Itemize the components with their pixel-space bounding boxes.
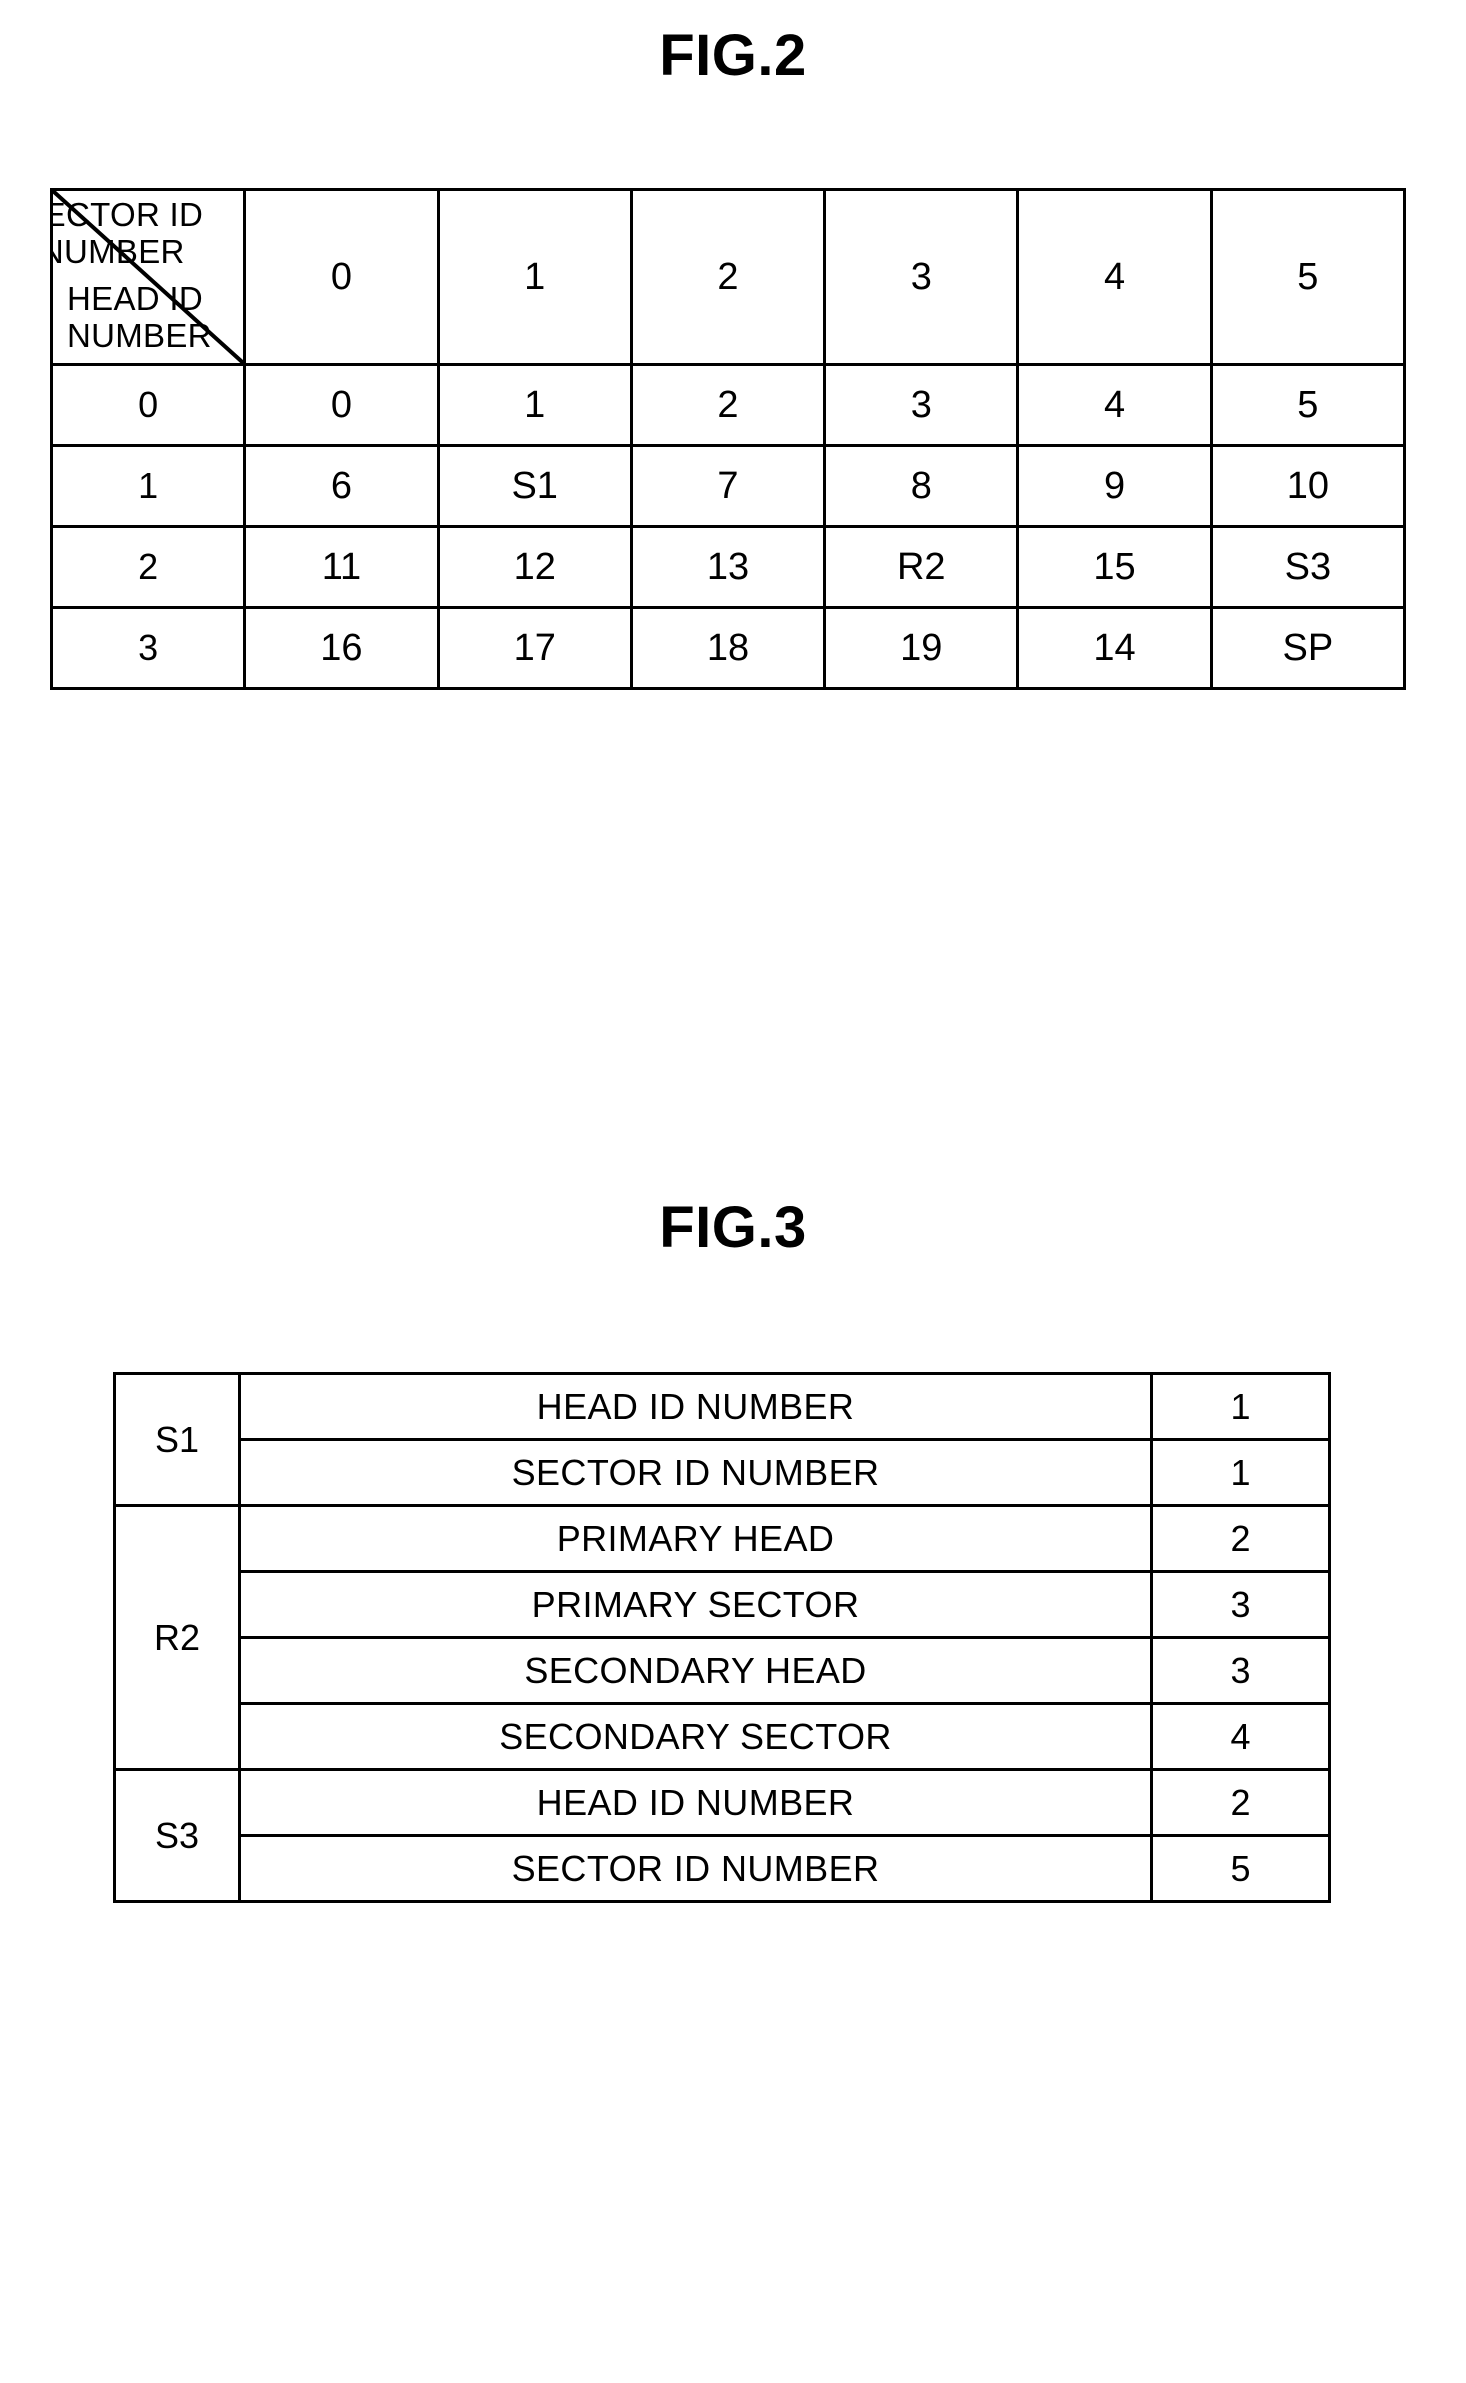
table-cell: 16 (243, 606, 440, 690)
field-name-cell: HEAD ID NUMBER (238, 1768, 1153, 1837)
table-row: SECTOR ID NUMBER 5 (115, 1834, 1331, 1903)
column-header-cell: 3 (823, 188, 1020, 366)
column-header-cell: 4 (1016, 188, 1213, 366)
table-row: 2 11 12 13 R2 15 S3 (49, 525, 1407, 609)
head-sector-allocation-table: SECTOR ID NUMBER HEAD ID NUMBER 0 1 2 3 … (49, 188, 1407, 690)
row-header-cell: 0 (49, 363, 247, 447)
table-row: 0 0 1 2 3 4 5 (49, 363, 1407, 447)
table-cell: 0 (243, 363, 440, 447)
head-id-axis-label: HEAD ID NUMBER (67, 280, 212, 355)
axis-corner-cell: SECTOR ID NUMBER HEAD ID NUMBER (49, 188, 247, 366)
table-cell: 14 (1016, 606, 1213, 690)
table-header-row: SECTOR ID NUMBER HEAD ID NUMBER 0 1 2 3 … (49, 188, 1407, 366)
head-id-axis-label-line1: HEAD ID (67, 280, 203, 318)
table-row: 3 16 17 18 19 14 SP (49, 606, 1407, 690)
field-value-cell: 1 (1150, 1372, 1331, 1441)
field-name-cell: SECONDARY HEAD (238, 1636, 1153, 1705)
descriptor-record-table: S1 HEAD ID NUMBER 1 SECTOR ID NUMBER 1 R… (113, 1372, 1331, 1903)
field-name-cell: SECTOR ID NUMBER (238, 1834, 1153, 1903)
table-row: R2 PRIMARY HEAD 2 (113, 1504, 1331, 1771)
table-cell: 7 (629, 444, 827, 528)
table-cell: 1 (436, 363, 633, 447)
table-cell: 10 (1209, 444, 1407, 528)
table-row: SECONDARY SECTOR 4 (115, 1702, 1331, 1771)
row-header-cell: 2 (49, 525, 247, 609)
figure-2-title: FIG.2 (659, 23, 807, 88)
table-cell: 18 (629, 606, 827, 690)
table-cell: 19 (823, 606, 1020, 690)
column-header-cell: 2 (629, 188, 827, 366)
table-row: 1 6 S1 7 8 9 10 (49, 444, 1407, 528)
table-cell: 9 (1016, 444, 1213, 528)
table-cell: 11 (243, 525, 440, 609)
column-header-cell: 0 (243, 188, 440, 366)
figure-2-block: FIG.2 SECTOR ID NUMBER HEAD ID NUMBER 0 … (0, 0, 1466, 690)
group-label-cell: S3 (113, 1768, 241, 1903)
field-name-cell: PRIMARY HEAD (238, 1504, 1153, 1573)
table-cell: 8 (823, 444, 1020, 528)
sector-id-axis-label: SECTOR ID NUMBER (51, 196, 238, 271)
field-value-cell: 3 (1150, 1570, 1331, 1639)
table-cell: 5 (1209, 363, 1407, 447)
table-cell: 12 (436, 525, 633, 609)
column-header-cell: 5 (1209, 188, 1407, 366)
field-value-cell: 1 (1150, 1438, 1331, 1507)
table-cell: 4 (1016, 363, 1213, 447)
field-name-cell: HEAD ID NUMBER (238, 1372, 1153, 1441)
table-cell: 15 (1016, 525, 1213, 609)
row-header-cell: 1 (49, 444, 247, 528)
table-cell: 6 (243, 444, 440, 528)
table-cell: 2 (629, 363, 827, 447)
table-cell: S1 (436, 444, 633, 528)
table-cell: 13 (629, 525, 827, 609)
field-name-cell: SECTOR ID NUMBER (238, 1438, 1153, 1507)
sector-id-axis-label-line2: NUMBER (51, 232, 185, 270)
field-value-cell: 2 (1150, 1768, 1331, 1837)
field-name-cell: SECONDARY SECTOR (238, 1702, 1153, 1771)
table-row: SECTOR ID NUMBER 1 (115, 1438, 1331, 1507)
group-label-cell: S1 (113, 1372, 241, 1507)
table-row: SECONDARY HEAD 3 (115, 1636, 1331, 1705)
table-cell: SP (1209, 606, 1407, 690)
row-header-cell: 3 (49, 606, 247, 690)
table-row: PRIMARY SECTOR 3 (115, 1570, 1331, 1639)
sector-id-axis-label-line1: SECTOR ID (55, 196, 204, 233)
field-value-cell: 3 (1150, 1636, 1331, 1705)
field-value-cell: 2 (1150, 1504, 1331, 1573)
table-cell: 3 (823, 363, 1020, 447)
table-row: S3 HEAD ID NUMBER 2 (113, 1768, 1331, 1903)
field-name-cell: PRIMARY SECTOR (238, 1570, 1153, 1639)
table-cell: 17 (436, 606, 633, 690)
table-cell: S3 (1209, 525, 1407, 609)
group-label-cell: R2 (113, 1504, 241, 1771)
column-header-cell: 1 (436, 188, 633, 366)
figure-3-title: FIG.3 (659, 1195, 807, 1260)
table-row: S1 HEAD ID NUMBER 1 (113, 1372, 1331, 1507)
field-value-cell: 5 (1150, 1834, 1331, 1903)
table-cell: R2 (823, 525, 1020, 609)
field-value-cell: 4 (1150, 1702, 1331, 1771)
head-id-axis-label-line2: NUMBER (67, 317, 212, 355)
